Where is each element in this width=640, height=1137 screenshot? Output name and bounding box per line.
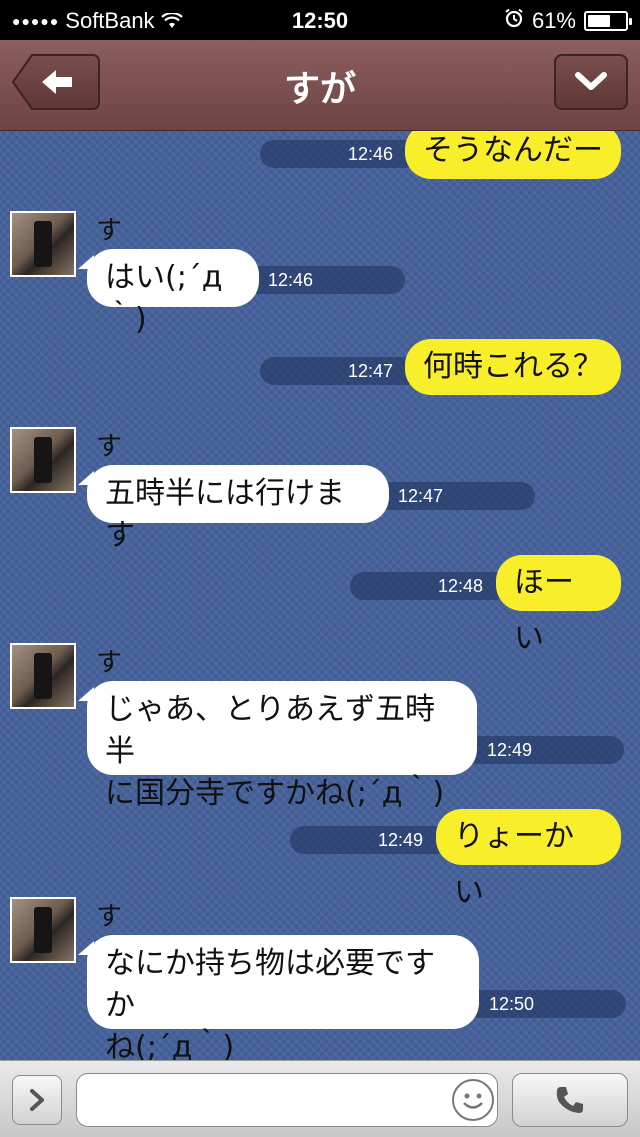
time-bar [260,357,420,385]
call-button[interactable] [512,1073,628,1127]
message-bubble[interactable]: そうなんだー [405,131,621,179]
message-input[interactable] [76,1073,498,1127]
message-bubble[interactable]: じゃあ、とりあえず五時半 に国分寺ですかね(;´д｀) [87,681,477,811]
chevron-right-icon [30,1089,44,1111]
message-line: なにか持ち物は必要ですか [105,946,435,1023]
battery-level [588,15,610,27]
message-time: 12:50 [489,994,535,1014]
alarm-icon [504,8,524,34]
message-time: 12:49 [378,830,424,850]
message-time: 12:47 [398,486,444,506]
avatar[interactable] [10,643,76,709]
message-time: 12:47 [348,361,394,381]
message-line: じゃあ、とりあえず五時半 [105,692,435,769]
message-bubble[interactable]: 何時これる？ [405,339,621,395]
message-bubble[interactable]: 五時半には行けます [87,465,389,553]
avatar[interactable] [10,211,76,277]
message-time: 12:46 [268,270,314,290]
chevron-down-icon [575,72,607,90]
battery-icon [584,11,632,31]
attach-button[interactable] [12,1075,62,1125]
time-bar [260,140,420,168]
message-time: 12:46 [348,144,394,164]
phone-icon [556,1087,583,1113]
status-right: 61% [504,8,632,34]
message-bubble[interactable]: りょーかい [436,809,621,910]
input-bar [0,1060,640,1137]
avatar[interactable] [10,897,76,963]
message-time: 12:49 [487,740,533,760]
avatar[interactable] [10,427,76,493]
message-time: 12:48 [438,576,484,596]
menu-button[interactable] [554,54,628,110]
chat-title: すが [283,69,356,110]
message-list[interactable]: 12:46 そうなんだー すが 12:46 はい(;´д｀) 12:47 何時こ… [0,131,640,1060]
message-bubble[interactable]: ほーい [496,555,621,656]
emoji-button[interactable] [452,1079,494,1121]
chat-header: すが [0,40,640,131]
message-bubble[interactable]: はい(;´д｀) [87,249,259,337]
battery-percent: 61% [531,8,576,33]
message-bubble[interactable]: なにか持ち物は必要ですか ね(;´д｀) [87,935,479,1060]
status-bar: ●●●●● SoftBank 12:50 61% [0,0,640,40]
message-line: に国分寺ですかね(;´д｀) [105,776,445,811]
smiley-icon [463,1093,483,1109]
time-bar [350,572,510,600]
time-bar [290,826,450,854]
message-line: ね(;´д｀) [105,1030,235,1060]
